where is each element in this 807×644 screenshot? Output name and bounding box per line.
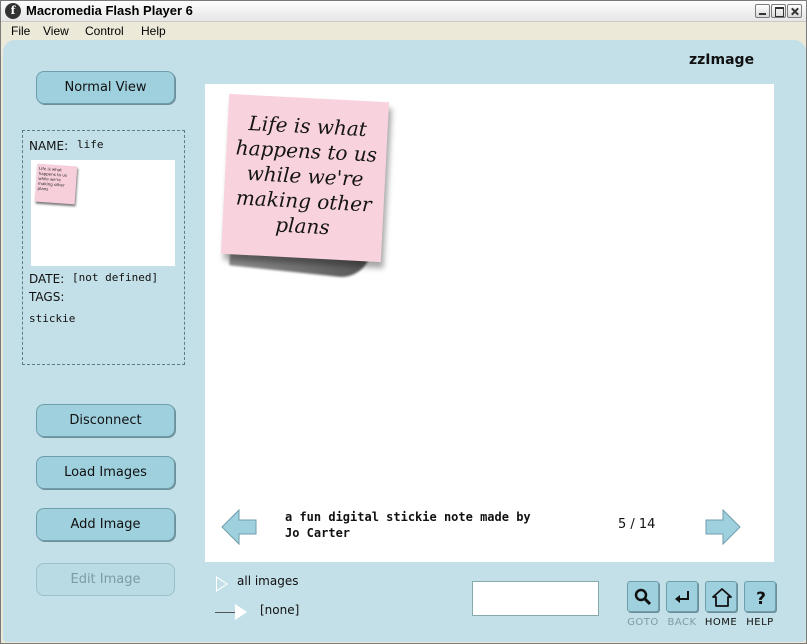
goto-label: GOTO xyxy=(627,617,659,628)
goto-input[interactable] xyxy=(472,581,599,616)
menu-control[interactable]: Control xyxy=(85,24,124,38)
tag-toggle-icon[interactable] xyxy=(235,604,247,620)
home-label: HOME xyxy=(704,617,738,628)
tags-label: TAGS: xyxy=(29,290,65,304)
sticky-note-image: Life is what happens to us while we're m… xyxy=(220,93,390,263)
menu-bar: File View Control Help xyxy=(1,22,806,40)
menu-help[interactable]: Help xyxy=(141,24,166,38)
svg-text:?: ? xyxy=(756,589,766,609)
thumbnail-sticky-note: Life is what happens to us while we're m… xyxy=(34,163,78,205)
minimize-button[interactable] xyxy=(755,4,770,18)
home-icon xyxy=(712,588,732,607)
close-button[interactable] xyxy=(787,4,802,18)
menu-view[interactable]: View xyxy=(43,24,69,38)
image-counter: 5 / 14 xyxy=(618,517,656,532)
name-value: life xyxy=(77,138,104,151)
collection-filter[interactable]: all images xyxy=(237,574,298,588)
back-label: BACK xyxy=(667,617,697,628)
tag-connector-line xyxy=(215,612,237,613)
menu-file[interactable]: File xyxy=(11,24,30,38)
help-button[interactable]: ? xyxy=(744,581,776,612)
previous-arrow-icon[interactable] xyxy=(220,508,258,546)
tag-filter[interactable]: [none] xyxy=(260,603,299,617)
date-value: [not defined] xyxy=(72,271,159,284)
add-image-button[interactable]: Add Image xyxy=(36,508,175,541)
image-caption: a fun digital stickie note made by Jo Ca… xyxy=(285,510,531,540)
normal-view-button[interactable]: Normal View xyxy=(36,71,175,104)
sticky-note-text: Life is what happens to us while we're m… xyxy=(235,110,378,240)
flash-app-icon: f xyxy=(5,3,21,19)
name-label: NAME: xyxy=(29,139,69,153)
magnifier-icon xyxy=(634,588,652,606)
disconnect-button[interactable]: Disconnect xyxy=(36,404,175,437)
edit-image-button: Edit Image xyxy=(36,563,175,596)
maximize-button[interactable] xyxy=(771,4,786,18)
back-arrow-icon xyxy=(675,591,689,603)
tags-value: stickie xyxy=(29,312,76,325)
load-images-button[interactable]: Load Images xyxy=(36,456,175,489)
title-bar[interactable]: f Macromedia Flash Player 6 xyxy=(1,1,806,22)
app-brand: zzImage xyxy=(689,52,755,68)
flash-player-window: f Macromedia Flash Player 6 File View Co… xyxy=(0,0,807,644)
next-arrow-icon[interactable] xyxy=(704,508,742,546)
question-icon: ? xyxy=(756,589,766,609)
date-label: DATE: xyxy=(29,272,65,286)
goto-button[interactable] xyxy=(627,581,659,612)
thumbnail-sticky-text: Life is what happens to us while we're m… xyxy=(37,165,68,192)
collection-toggle-icon[interactable] xyxy=(216,576,228,592)
help-label: HELP xyxy=(746,617,774,628)
window-title: Macromedia Flash Player 6 xyxy=(26,3,193,18)
home-button[interactable] xyxy=(705,581,737,612)
back-button[interactable] xyxy=(666,581,698,612)
